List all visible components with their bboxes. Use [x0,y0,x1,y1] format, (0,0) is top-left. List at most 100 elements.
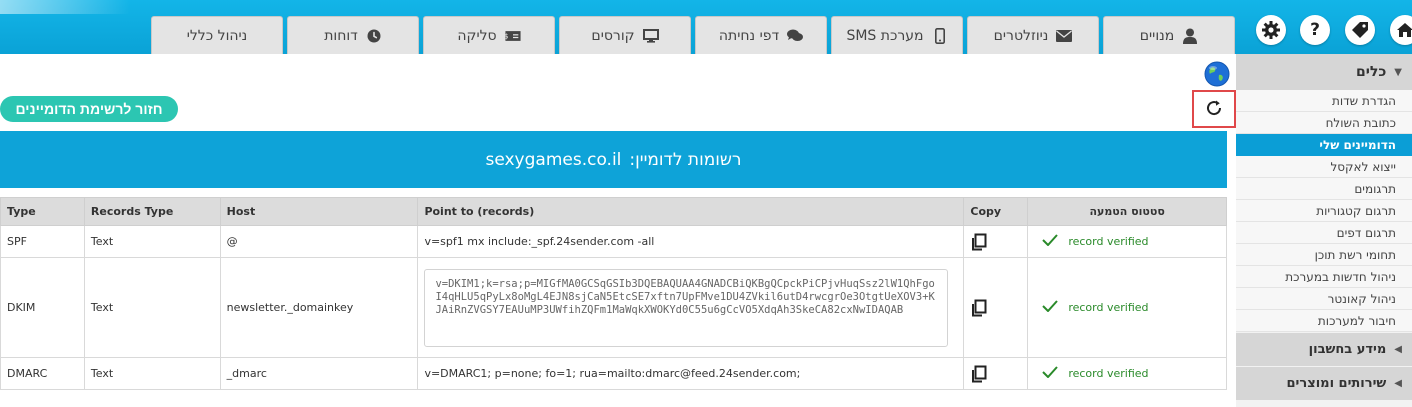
sidebar-section-services[interactable]: ◀ שירותים ומוצרים [1236,366,1412,400]
cell-status: record verified [1027,225,1227,258]
globe-icon[interactable] [1204,61,1230,87]
cell-copy [963,357,1029,390]
sidebar-item-page-translation[interactable]: תרגום דפים [1236,222,1412,244]
help-icon[interactable]: ? [1300,15,1330,45]
money-icon: $ [505,28,521,44]
tab-label: ניוזלטרים [993,27,1049,44]
sidebar-item-label: הדומיינים שלי [1319,138,1396,152]
mobile-icon [932,27,948,44]
cell-copy [963,225,1029,258]
sidebar-item-label: תרגומים [1354,182,1396,196]
cell-copy [963,257,1029,358]
sidebar-item-translations[interactable]: תרגומים [1236,178,1412,200]
dkim-value-textarea[interactable]: v=DKIM1;k=rsa;p=MIGfMA0GCSqGSIb3DQEBAQUA… [424,268,949,347]
cell-records-type: Text [83,357,221,390]
sidebar-item-fields[interactable]: הגדרת שדות [1236,90,1412,112]
copy-icon[interactable] [970,299,1021,317]
sidebar-item-counter-management[interactable]: ניהול קאונטר [1236,288,1412,310]
checkmark-icon [1042,300,1059,315]
table-row: DMARC Text _dmarc v=DMARC1; p=none; fo=1… [0,357,1227,390]
sidebar-item-sender-address[interactable]: כתובת השולח [1236,112,1412,134]
tab-label: מנויים [1139,27,1175,44]
sidebar-item-label: ניהול חדשות במערכת [1285,270,1396,284]
sidebar-item-label: כתובת השולח [1325,116,1396,130]
chevron-left-icon: ◀ [1394,378,1402,389]
gear-icon[interactable] [1256,15,1286,45]
svg-text:$: $ [505,31,509,40]
comments-icon [787,28,804,44]
sidebar-item-news-management[interactable]: ניהול חדשות במערכת [1236,266,1412,288]
chevron-down-icon: ▼ [1394,66,1402,78]
top-bar: ניהול כללי דוחות $ סליקה קורסים דפי נחית… [0,0,1412,54]
tag-icon[interactable] [1345,15,1375,45]
status-text: record verified [1068,301,1149,314]
column-header-records-type: Records Type [83,197,221,226]
cell-host: newsletter._domainkey [219,257,419,358]
records-table: Type Records Type Host Point to (records… [0,197,1227,390]
sidebar-section-title: כלים [1356,64,1387,80]
sidebar-item-export-excel[interactable]: ייצוא לאקסל [1236,156,1412,178]
tab-label: ניהול כללי [186,27,248,44]
cell-status: record verified [1027,257,1227,358]
back-to-domains-button[interactable]: חזור לרשימת הדומיינים [0,96,178,122]
cell-status: record verified [1027,357,1227,390]
banner-prefix: רשומות לדומיין: [629,149,742,170]
sidebar-item-my-domains[interactable]: הדומיינים שלי [1236,134,1412,156]
tab-reports[interactable]: דוחות [287,16,419,54]
table-row: DKIM Text newsletter._domainkey v=DKIM1;… [0,257,1227,358]
tab-clearing[interactable]: $ סליקה [423,16,555,54]
column-header-point-to: Point to (records) [417,197,965,226]
sidebar-section-label: מידע בחשבון [1308,342,1387,357]
tab-sms-system[interactable]: מערכת SMS [831,16,963,54]
checkmark-icon [1042,234,1059,249]
sidebar-item-label: הגדרת שדות [1331,94,1396,108]
sidebar-item-label: ניהול קאונטר [1327,292,1396,306]
sidebar-section-label: שירותים ומוצרים [1286,376,1387,391]
cell-host: @ [219,225,419,258]
checkmark-icon [1042,366,1059,381]
sidebar-item-content-network[interactable]: תחומי רשת תוכן [1236,244,1412,266]
chevron-left-icon: ◀ [1394,344,1402,355]
status-text: record verified [1068,367,1149,380]
clock-icon [366,28,382,44]
banner-domain: sexygames.co.il [485,149,622,170]
tab-courses[interactable]: קורסים [559,16,691,54]
sidebar-item-label: תרגום דפים [1336,226,1396,240]
user-icon [1182,28,1198,44]
refresh-button[interactable] [1192,90,1236,128]
cell-type: DMARC [0,357,85,390]
refresh-icon [1205,99,1223,120]
tab-landing-pages[interactable]: דפי נחיתה [695,16,827,54]
cell-type: DKIM [0,257,85,358]
domain-records-banner: רשומות לדומיין: sexygames.co.il [0,131,1227,188]
tab-label: מערכת SMS [846,27,924,44]
column-header-host: Host [219,197,419,226]
top-bar-glow [0,0,130,14]
tab-label: דוחות [324,27,358,44]
tab-general-management[interactable]: ניהול כללי [151,16,283,54]
sidebar-item-label: תחומי רשת תוכן [1314,248,1396,262]
copy-icon[interactable] [970,365,1021,383]
table-header-row: Type Records Type Host Point to (records… [0,197,1227,226]
copy-icon[interactable] [970,233,1021,251]
monitor-icon [642,28,659,44]
sidebar: ▼ כלים הגדרת שדות כתובת השולח הדומיינים … [1236,54,1412,407]
sidebar-section-tools[interactable]: ▼ כלים [1236,54,1412,90]
column-header-copy: Copy [963,197,1029,226]
cell-type: SPF [0,225,85,258]
tab-newsletters[interactable]: ניוזלטרים [967,16,1099,54]
envelope-icon [1056,28,1073,44]
status-text: record verified [1068,235,1149,248]
cell-point-to: v=DMARC1; p=none; fo=1; rua=mailto:dmarc… [417,357,965,390]
sidebar-item-system-integration[interactable]: חיבור למערכות [1236,310,1412,332]
home-icon[interactable] [1390,15,1412,45]
sidebar-item-label: תרגום קטגוריות [1316,204,1396,218]
column-header-type: Type [0,197,85,226]
sidebar-item-category-translation[interactable]: תרגום קטגוריות [1236,200,1412,222]
tab-label: קורסים [591,27,635,44]
sidebar-section-account-info[interactable]: ◀ מידע בחשבון [1236,332,1412,366]
sidebar-item-label: חיבור למערכות [1317,314,1396,328]
cell-point-to: v=DKIM1;k=rsa;p=MIGfMA0GCSqGSIb3DQEBAQUA… [417,257,965,358]
tab-subscribers[interactable]: מנויים [1103,16,1235,54]
cell-records-type: Text [83,225,221,258]
